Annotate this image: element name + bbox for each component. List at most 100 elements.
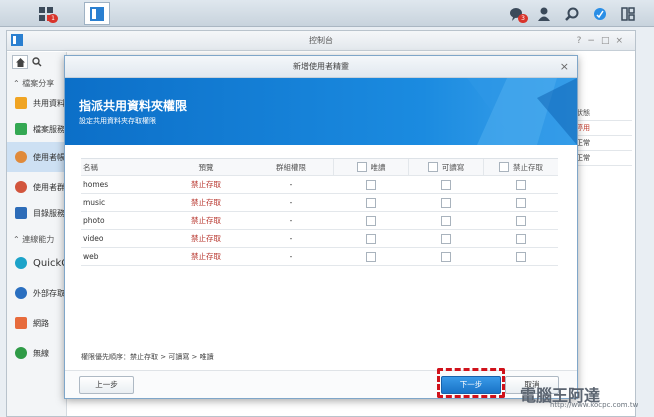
sidebar-toolbar bbox=[7, 52, 66, 72]
control-panel-window-icon bbox=[11, 34, 23, 46]
globe-icon bbox=[15, 287, 27, 299]
folder-name: web bbox=[83, 252, 99, 261]
select-all-read-only-checkbox[interactable] bbox=[356, 162, 367, 172]
column-header-read-write: 可讀寫 bbox=[408, 159, 483, 175]
home-button[interactable] bbox=[12, 55, 28, 69]
read-only-checkbox[interactable] bbox=[365, 215, 376, 226]
group-permission-cell: - bbox=[289, 234, 293, 243]
control-panel-taskbar-button[interactable] bbox=[84, 2, 110, 25]
no-access-checkbox[interactable] bbox=[515, 233, 526, 244]
group-permission-cell: - bbox=[289, 180, 293, 189]
folder-name: homes bbox=[83, 180, 109, 189]
banner-decoration bbox=[467, 78, 577, 145]
previous-button[interactable]: 上一步 bbox=[79, 376, 134, 394]
read-write-checkbox[interactable] bbox=[440, 233, 451, 244]
sidebar-item-directory[interactable]: 目錄服務 bbox=[7, 200, 67, 226]
sidebar-item-wireless[interactable]: 無線 bbox=[7, 340, 67, 366]
directory-icon bbox=[15, 207, 27, 219]
preview-cell: 禁止存取 bbox=[191, 180, 221, 189]
folder-name: video bbox=[83, 234, 104, 243]
column-header-read-only: 唯讀 bbox=[333, 159, 408, 175]
notification-badge: 1 bbox=[48, 14, 58, 23]
preview-cell: 禁止存取 bbox=[191, 234, 221, 243]
next-button-highlight bbox=[437, 368, 505, 398]
table-row: web 禁止存取 - bbox=[81, 248, 558, 266]
status-cell: 停用 bbox=[572, 121, 632, 136]
sidebar-item-group[interactable]: 使用者群組 bbox=[7, 174, 67, 200]
read-only-checkbox[interactable] bbox=[365, 197, 376, 208]
group-permission-cell: - bbox=[289, 216, 293, 225]
status-cell: 正常 bbox=[572, 151, 632, 166]
home-icon bbox=[15, 57, 25, 67]
resource-monitor-button[interactable] bbox=[587, 2, 613, 25]
chat-button[interactable]: 3 bbox=[503, 2, 529, 25]
no-access-checkbox[interactable] bbox=[515, 251, 526, 262]
share-icon bbox=[15, 97, 27, 109]
permission-table: 名稱 預覽 群組權限 唯讀 可讀寫 禁止存取 homes 禁止存取 - musi… bbox=[81, 158, 558, 266]
background-user-list: 狀態 停用 正常 正常 bbox=[572, 106, 632, 166]
table-row: homes 禁止存取 - bbox=[81, 176, 558, 194]
column-header-status: 狀態 bbox=[572, 106, 632, 121]
user-icon bbox=[15, 151, 27, 163]
column-header-preview: 預覽 bbox=[198, 162, 214, 172]
read-only-checkbox[interactable] bbox=[365, 179, 376, 190]
read-only-checkbox[interactable] bbox=[365, 233, 376, 244]
window-controls[interactable]: ?−□× bbox=[577, 31, 629, 51]
sidebar-item-user[interactable]: 使用者帳號 bbox=[7, 142, 67, 172]
sidebar-item-external-access[interactable]: 外部存取 bbox=[7, 280, 67, 306]
folder-name: music bbox=[83, 198, 106, 207]
sidebar-section-file-sharing[interactable]: ⌃ 檔案分享 bbox=[13, 78, 54, 89]
close-icon[interactable]: × bbox=[560, 56, 569, 78]
no-access-checkbox[interactable] bbox=[515, 179, 526, 190]
dialog-title: 新增使用者精靈 bbox=[293, 62, 349, 71]
select-all-no-access-checkbox[interactable] bbox=[499, 162, 509, 172]
table-row: music 禁止存取 - bbox=[81, 194, 558, 212]
column-header-name: 名稱 bbox=[83, 162, 98, 172]
select-all-read-write-checkbox[interactable] bbox=[427, 162, 438, 172]
control-panel-icon bbox=[90, 6, 104, 21]
add-user-wizard-dialog: 新增使用者精靈 × 指派共用資料夾權限 設定共用資料夾存取權限 名稱 預覽 群組… bbox=[64, 55, 578, 399]
sidebar-item-network[interactable]: 網路 bbox=[7, 310, 67, 336]
read-write-checkbox[interactable] bbox=[440, 215, 451, 226]
sidebar-section-connectivity[interactable]: ⌃ 連線能力 bbox=[13, 234, 54, 245]
main-menu-button[interactable]: 1 bbox=[33, 2, 59, 25]
read-write-checkbox[interactable] bbox=[440, 251, 451, 262]
read-only-checkbox[interactable] bbox=[365, 251, 376, 262]
group-permission-cell: - bbox=[289, 198, 293, 207]
quickconnect-icon bbox=[15, 257, 27, 269]
status-cell: 正常 bbox=[572, 136, 632, 151]
table-header: 名稱 預覽 群組權限 唯讀 可讀寫 禁止存取 bbox=[81, 158, 558, 176]
preview-cell: 禁止存取 bbox=[191, 216, 221, 225]
sidebar-item-file-services[interactable]: 檔案服務 bbox=[7, 116, 67, 142]
read-write-checkbox[interactable] bbox=[440, 197, 451, 208]
wizard-banner: 指派共用資料夾權限 設定共用資料夾存取權限 bbox=[65, 78, 577, 145]
widgets-button[interactable] bbox=[615, 2, 641, 25]
column-header-no-access: 禁止存取 bbox=[483, 159, 558, 175]
dashboard-icon bbox=[594, 7, 606, 20]
search-button[interactable] bbox=[559, 2, 585, 25]
search-icon[interactable] bbox=[32, 57, 42, 67]
chat-badge: 3 bbox=[518, 14, 528, 23]
group-icon bbox=[15, 181, 27, 193]
preview-cell: 禁止存取 bbox=[191, 252, 221, 261]
folder-name: photo bbox=[83, 216, 105, 225]
user-button[interactable] bbox=[531, 2, 557, 25]
sidebar-item-quickconnect[interactable]: QuickConnect bbox=[7, 250, 67, 276]
user-icon bbox=[538, 7, 550, 21]
no-access-checkbox[interactable] bbox=[515, 215, 526, 226]
read-write-checkbox[interactable] bbox=[440, 179, 451, 190]
widgets-icon bbox=[621, 6, 635, 21]
sidebar: ⌃ 檔案分享 共用資料夾 檔案服務 使用者帳號 使用者群組 目錄服務 ⌃ 連線能… bbox=[7, 52, 67, 416]
file-services-icon bbox=[15, 123, 27, 135]
dialog-titlebar: 新增使用者精靈 × bbox=[65, 56, 577, 78]
wifi-icon bbox=[15, 347, 27, 359]
sidebar-item-shared-folder[interactable]: 共用資料夾 bbox=[7, 90, 67, 116]
permission-priority-note: 權限優先順序：禁止存取 > 可讀寫 > 唯讀 bbox=[81, 353, 214, 361]
column-header-group-permission: 群組權限 bbox=[276, 162, 306, 172]
group-permission-cell: - bbox=[289, 252, 293, 261]
control-panel-title: 控制台 bbox=[309, 36, 333, 45]
taskbar: 1 3 bbox=[0, 0, 654, 27]
no-access-checkbox[interactable] bbox=[515, 197, 526, 208]
table-row: video 禁止存取 - bbox=[81, 230, 558, 248]
network-house-icon bbox=[15, 317, 27, 329]
